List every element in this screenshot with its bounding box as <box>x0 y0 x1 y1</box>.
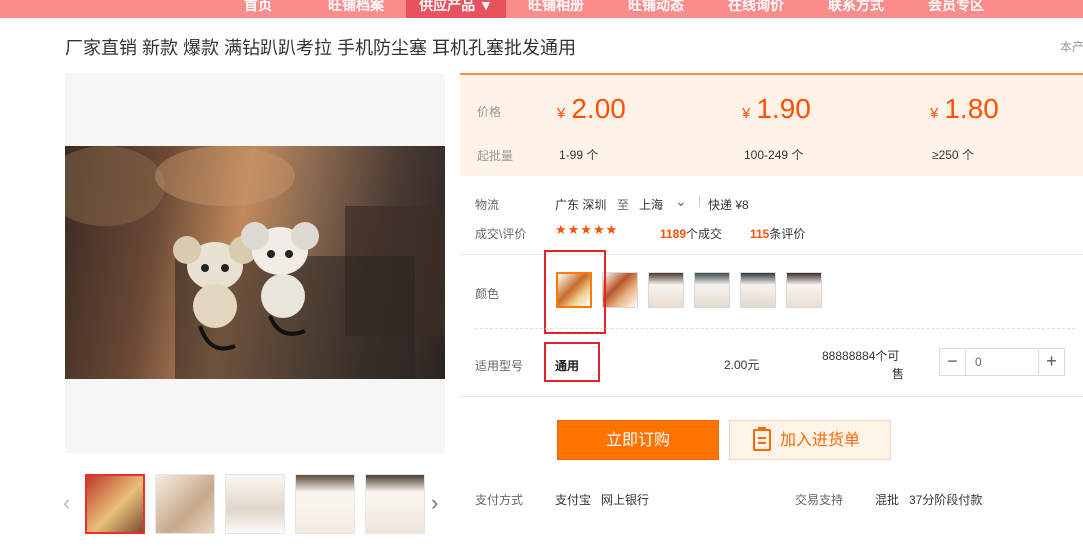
rating-stars: ★★★★★ <box>555 222 619 237</box>
ship-to-word: 至 <box>617 198 630 212</box>
moq-label: 起批量 <box>477 149 514 163</box>
stock-line-2: 售 <box>892 367 905 381</box>
price-tier-3: ¥1.80 <box>930 93 999 124</box>
dashed-divider <box>475 328 1075 329</box>
decrement-button[interactable]: − <box>940 349 966 375</box>
main-product-image[interactable] <box>65 73 445 453</box>
qty-tier-2: 100-249 个 <box>744 148 804 162</box>
right-hint: 本产 <box>1060 40 1083 54</box>
thumbnail-4[interactable] <box>295 474 355 534</box>
nav-item-products[interactable]: 供应产品 ▼ <box>406 0 506 18</box>
product-photo <box>65 146 445 379</box>
add-to-purchase-list-label: 加入进货单 <box>780 432 861 449</box>
thumbnail-1[interactable] <box>85 474 145 534</box>
thumb-prev-icon[interactable]: ‹ <box>63 490 70 516</box>
nav-item-inquiry[interactable]: 在线询价 <box>715 0 797 18</box>
chevron-down-icon[interactable]: ⌄ <box>675 193 687 210</box>
color-swatch-4[interactable] <box>694 272 730 308</box>
color-swatch-6[interactable] <box>786 272 822 308</box>
product-title: 厂家直销 新款 爆款 满钻趴趴考拉 手机防尘塞 耳机孔塞批发通用 <box>65 38 577 58</box>
price-label: 价格 <box>477 105 502 119</box>
nav-item-profile[interactable]: 旺铺档案 <box>315 0 397 18</box>
price-tier-1: ¥2.00 <box>557 93 626 124</box>
highlight-box-model <box>544 342 600 382</box>
logistics-label: 物流 <box>475 198 500 212</box>
thumbnail-5[interactable] <box>365 474 425 534</box>
deals-label: 成交\评价 <box>475 227 527 241</box>
section-divider-2 <box>460 396 1083 397</box>
nav-item-contact[interactable]: 联系方式 <box>815 0 897 18</box>
color-swatch-5[interactable] <box>740 272 776 308</box>
highlight-box-color <box>544 250 606 334</box>
thumb-next-icon[interactable]: › <box>431 490 438 516</box>
stock-line-1: 88888884个可 <box>822 349 900 363</box>
trade-support-value: 混批 37分阶段付款 <box>875 493 983 507</box>
thumbnail-2[interactable] <box>155 474 215 534</box>
thumbnail-strip: ‹ › <box>63 474 445 534</box>
shipping-fee: 快递 ¥8 <box>708 198 749 212</box>
qty-tier-1: 1-99 个 <box>559 148 599 162</box>
payment-methods: 支付宝 网上银行 <box>555 493 650 507</box>
clipboard-icon <box>753 427 771 451</box>
qty-tier-3: ≥250 个 <box>932 148 974 162</box>
price-tier-2: ¥1.90 <box>742 93 811 124</box>
add-to-purchase-list-button[interactable]: 加入进货单 <box>729 420 891 460</box>
deal-count[interactable]: 1189个成交 <box>660 225 722 242</box>
nav-item-members[interactable]: 会员专区 <box>915 0 997 18</box>
price-panel: 价格 起批量 ¥2.00 ¥1.90 ¥1.80 1-99 个 100-249 … <box>460 73 1083 176</box>
unit-price: 2.00元 <box>724 358 760 372</box>
top-nav: 首页 旺铺档案 供应产品 ▼ 旺铺相册 旺铺动态 在线询价 联系方式 会员专区 <box>0 0 1083 18</box>
increment-button[interactable]: + <box>1038 349 1064 375</box>
nav-item-home[interactable]: 首页 <box>228 0 288 18</box>
order-now-button[interactable]: 立即订购 <box>557 420 719 460</box>
color-swatch-3[interactable] <box>648 272 684 308</box>
review-count[interactable]: 115条评价 <box>750 225 805 242</box>
color-label: 颜色 <box>475 287 500 301</box>
ship-to-select[interactable]: 上海 <box>639 196 663 213</box>
divider: | <box>698 194 702 208</box>
trade-support-label: 交易支持 <box>795 493 844 507</box>
nav-item-news[interactable]: 旺铺动态 <box>615 0 697 18</box>
ship-from: 广东 深圳 <box>555 198 607 212</box>
quantity-input[interactable] <box>967 349 1037 375</box>
quantity-stepper: − + <box>939 348 1065 376</box>
thumbnail-3[interactable] <box>225 474 285 534</box>
model-label: 适用型号 <box>475 359 524 373</box>
color-swatch-2[interactable] <box>602 272 638 308</box>
nav-item-album[interactable]: 旺铺相册 <box>515 0 597 18</box>
payment-label: 支付方式 <box>475 493 524 507</box>
